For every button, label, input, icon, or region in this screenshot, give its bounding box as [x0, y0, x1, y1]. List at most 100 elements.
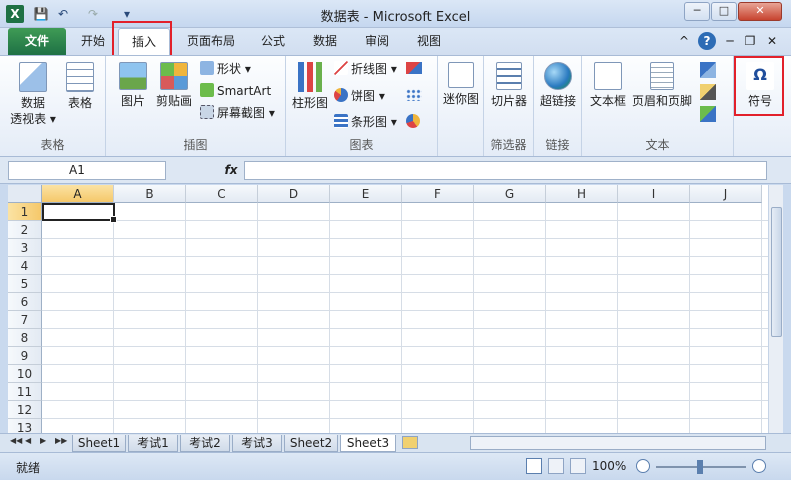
sparklines-icon	[448, 62, 474, 88]
sheet-nav-icon[interactable]: ▶	[40, 436, 46, 445]
sheet-tab[interactable]: Sheet2	[284, 435, 338, 452]
close-button[interactable]: ✕	[738, 2, 782, 21]
wordart-icon[interactable]	[700, 62, 716, 78]
shapes-icon	[200, 61, 214, 75]
name-box[interactable]: A1	[8, 161, 166, 180]
smartart-button[interactable]: SmartArt	[200, 82, 271, 100]
row-header[interactable]: 3	[8, 239, 42, 257]
picture-button[interactable]: 图片	[114, 62, 152, 109]
slicer-button[interactable]: 切片器	[488, 62, 530, 109]
sheet-tab[interactable]: Sheet1	[72, 435, 126, 452]
header-footer-label: 页眉和页脚	[631, 94, 692, 108]
tab-page-layout[interactable]: 页面布局	[178, 28, 244, 55]
row-header[interactable]: 7	[8, 311, 42, 329]
row-header[interactable]: 1	[8, 203, 42, 221]
vertical-scrollbar[interactable]	[768, 185, 783, 433]
group-tables: 数据 透视表 ▾ 表格 表格	[0, 56, 106, 156]
row-header[interactable]: 2	[8, 221, 42, 239]
collapse-ribbon-icon[interactable]: ^	[676, 28, 692, 55]
slicer-label: 切片器	[490, 94, 527, 108]
row-header[interactable]: 8	[8, 329, 42, 347]
group-filter: 切片器 筛选器	[484, 56, 534, 156]
normal-view-icon[interactable]	[526, 458, 542, 474]
minimize-button[interactable]: ─	[684, 2, 710, 21]
tab-home[interactable]: 开始	[70, 28, 116, 55]
tab-data[interactable]: 数据	[302, 28, 348, 55]
signature-line-icon[interactable]	[700, 84, 716, 100]
sheet-nav-icon[interactable]: ◀◀	[10, 436, 22, 445]
row-header[interactable]: 6	[8, 293, 42, 311]
column-header[interactable]: H	[546, 185, 618, 203]
help-icon[interactable]: ?	[698, 32, 716, 50]
page-break-view-icon[interactable]	[570, 458, 586, 474]
pivot-table-button[interactable]: 数据 透视表 ▾	[10, 62, 56, 127]
shapes-button[interactable]: 形状 ▾	[200, 60, 251, 78]
insert-function-icon[interactable]: fx	[218, 161, 244, 180]
area-chart-icon[interactable]	[406, 62, 422, 74]
scatter-chart-icon[interactable]	[406, 89, 422, 101]
pie-chart-button[interactable]: 饼图 ▾	[334, 87, 385, 105]
workbook-minimize-icon[interactable]: ─	[722, 28, 738, 55]
grid-line	[42, 292, 768, 293]
zoom-out-icon[interactable]	[636, 459, 650, 473]
screenshot-button[interactable]: 屏幕截图 ▾	[200, 104, 275, 122]
other-charts-icon[interactable]	[406, 114, 420, 128]
textbox-button[interactable]: 文本框	[588, 62, 628, 109]
column-header[interactable]: C	[186, 185, 258, 203]
grid-line	[42, 274, 768, 275]
select-all-corner[interactable]	[8, 185, 42, 203]
sheet-tab[interactable]: 考试1	[128, 435, 178, 452]
object-icon[interactable]	[700, 106, 716, 122]
row-header[interactable]: 9	[8, 347, 42, 365]
vertical-scroll-thumb[interactable]	[771, 207, 782, 337]
header-footer-button[interactable]: 页眉和页脚	[630, 62, 694, 109]
sheet-tab[interactable]: Sheet3	[340, 435, 396, 452]
group-label-tables: 表格	[40, 138, 65, 152]
active-cell[interactable]	[42, 203, 117, 223]
hyperlink-button[interactable]: 超链接	[538, 62, 578, 109]
table-button[interactable]: 表格	[60, 62, 100, 111]
column-header[interactable]: I	[618, 185, 690, 203]
worksheet-grid[interactable]: A B C D E F G H I J 1 2 3 4 5 6 7 8 9 10 11 12 13	[8, 185, 768, 433]
row-header[interactable]: 12	[8, 401, 42, 419]
row-header[interactable]: 10	[8, 365, 42, 383]
bar-chart-button[interactable]: 条形图 ▾	[334, 113, 397, 131]
zoom-level[interactable]: 100%	[592, 459, 626, 473]
column-header[interactable]: G	[474, 185, 546, 203]
sheet-nav-icon[interactable]: ▶▶	[55, 436, 67, 445]
row-header[interactable]: 4	[8, 257, 42, 275]
tab-file[interactable]: 文件	[8, 28, 66, 55]
line-chart-button[interactable]: 折线图 ▾	[334, 60, 397, 78]
group-illustrations: 图片 剪贴画 形状 ▾ SmartArt 屏幕截图 ▾ 插图	[106, 56, 286, 156]
formula-input[interactable]	[244, 161, 767, 180]
group-label-links: 链接	[545, 138, 570, 152]
column-header[interactable]: A	[42, 185, 114, 203]
column-header[interactable]: B	[114, 185, 186, 203]
sparklines-button[interactable]: 迷你图	[440, 62, 482, 107]
sheet-tab[interactable]: 考试3	[232, 435, 282, 452]
column-header[interactable]: J	[690, 185, 762, 203]
maximize-button[interactable]: □	[711, 2, 737, 21]
zoom-in-icon[interactable]	[752, 459, 766, 473]
tab-formulas[interactable]: 公式	[250, 28, 296, 55]
column-chart-button[interactable]: 柱形图	[290, 62, 330, 111]
column-header[interactable]: F	[402, 185, 474, 203]
workbook-close-icon[interactable]: ✕	[764, 28, 780, 55]
row-header[interactable]: 11	[8, 383, 42, 401]
row-header[interactable]: 13	[8, 419, 42, 433]
column-header[interactable]: E	[330, 185, 402, 203]
sheet-nav-icon[interactable]: ◀	[25, 436, 31, 445]
group-label-filter: 筛选器	[490, 138, 527, 152]
clipart-button[interactable]: 剪贴画	[154, 62, 194, 109]
insert-sheet-icon[interactable]	[402, 436, 418, 449]
row-header[interactable]: 5	[8, 275, 42, 293]
zoom-slider-thumb[interactable]	[697, 460, 703, 474]
tab-review[interactable]: 审阅	[354, 28, 400, 55]
horizontal-scrollbar[interactable]	[470, 436, 766, 450]
page-layout-view-icon[interactable]	[548, 458, 564, 474]
highlight-insert-tab	[112, 21, 172, 57]
sheet-tab[interactable]: 考试2	[180, 435, 230, 452]
tab-view[interactable]: 视图	[406, 28, 452, 55]
workbook-restore-icon[interactable]: ❐	[742, 28, 758, 55]
column-header[interactable]: D	[258, 185, 330, 203]
